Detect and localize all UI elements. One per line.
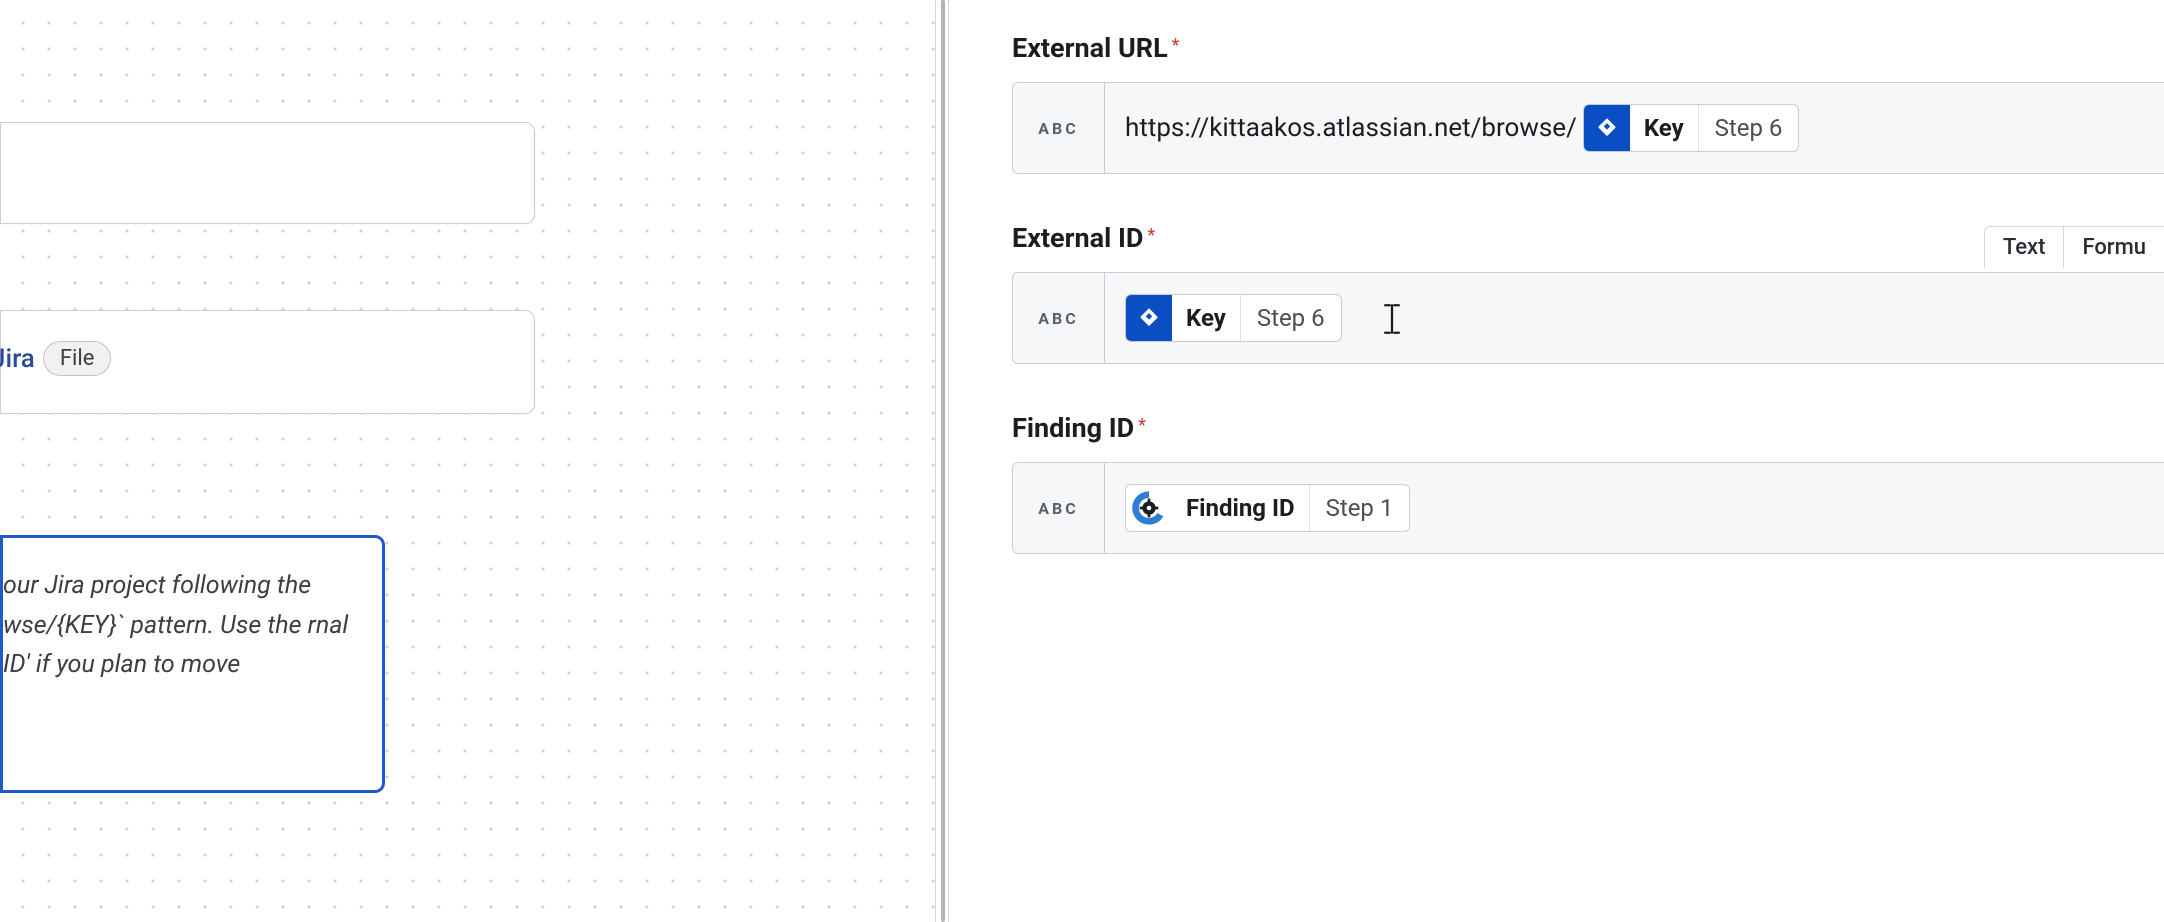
node-jira-label: Jira	[0, 344, 35, 374]
panel-resize-handle[interactable]	[935, 0, 949, 922]
type-badge: ABC	[1013, 463, 1105, 553]
config-panel: External URL* ABC https://kittaakos.atla…	[952, 0, 2164, 922]
required-indicator: *	[1138, 415, 1146, 436]
type-badge: ABC	[1013, 83, 1105, 173]
workflow-node-blank[interactable]	[0, 122, 535, 224]
pill-step: Step 1	[1310, 485, 1410, 531]
help-text: our Jira project following the wse/{KEY}…	[3, 566, 360, 685]
workflow-node-jira[interactable]: Jira File	[0, 310, 535, 414]
token-pill-key[interactable]: Key Step 6	[1125, 294, 1342, 342]
required-indicator: *	[1172, 35, 1180, 56]
field-external-url: External URL* ABC https://kittaakos.atla…	[1012, 32, 2164, 174]
jira-icon	[1584, 105, 1630, 151]
field-label-external-id: External ID	[1012, 222, 1143, 254]
pill-label: Finding ID	[1172, 485, 1310, 531]
workflow-canvas[interactable]: Jira File our Jira project following the…	[0, 0, 935, 922]
type-badge: ABC	[1013, 273, 1105, 363]
token-pill-key[interactable]: Key Step 6	[1583, 104, 1800, 152]
field-label-external-url: External URL	[1012, 32, 1168, 64]
required-indicator: *	[1147, 225, 1155, 246]
gear-c-icon	[1126, 485, 1172, 531]
field-label-finding-id: Finding ID	[1012, 412, 1134, 444]
text-cursor-icon	[1380, 303, 1404, 335]
token-pill-finding-id[interactable]: Finding ID Step 1	[1125, 484, 1410, 532]
file-chip: File	[43, 341, 112, 376]
tab-text[interactable]: Text	[1985, 227, 2065, 268]
field-finding-id: Finding ID* ABC	[1012, 412, 2164, 554]
external-url-value[interactable]: https://kittaakos.atlassian.net/browse/ …	[1105, 83, 2164, 173]
jira-icon	[1126, 295, 1172, 341]
workflow-node-help[interactable]: our Jira project following the wse/{KEY}…	[0, 535, 385, 793]
tab-formula[interactable]: Formu	[2064, 227, 2164, 268]
external-url-input[interactable]: ABC https://kittaakos.atlassian.net/brow…	[1012, 82, 2164, 174]
pill-label: Key	[1630, 105, 1699, 151]
finding-id-input[interactable]: ABC	[1012, 462, 2164, 554]
external-id-input[interactable]: ABC Key Step 6	[1012, 272, 2164, 364]
field-mode-tabs: Text Formu	[1984, 226, 2164, 268]
pill-step: Step 6	[1241, 295, 1341, 341]
pill-label: Key	[1172, 295, 1241, 341]
pill-step: Step 6	[1699, 105, 1799, 151]
external-id-value[interactable]: Key Step 6	[1105, 273, 2164, 363]
url-prefix-text: https://kittaakos.atlassian.net/browse/	[1125, 113, 1577, 143]
finding-id-value[interactable]: Finding ID Step 1	[1105, 463, 2164, 553]
field-external-id: External ID* Text Formu ABC Key Step 6	[1012, 222, 2164, 364]
